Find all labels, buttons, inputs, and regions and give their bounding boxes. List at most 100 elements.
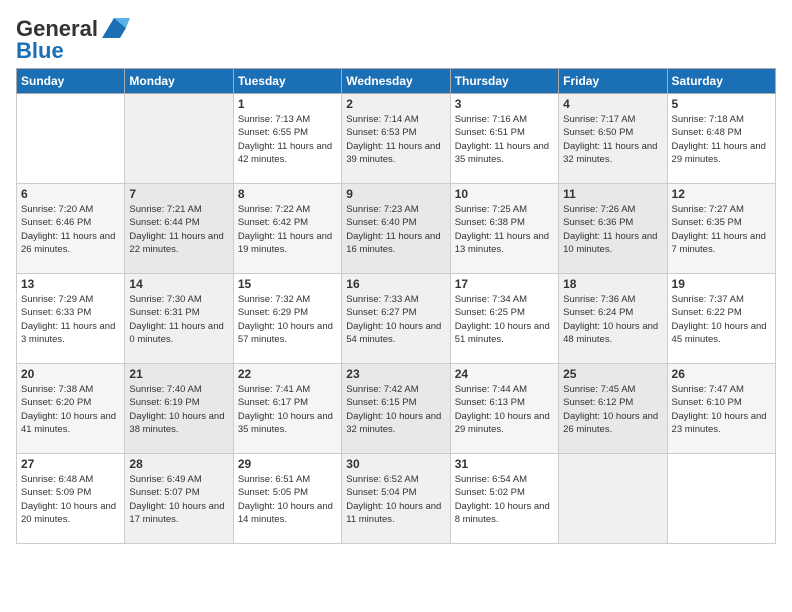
weekday-header: Thursday [450, 69, 558, 94]
calendar-cell: 11 Sunrise: 7:26 AM Sunset: 6:36 PM Dayli… [559, 184, 667, 274]
day-info: Sunrise: 7:18 AM Sunset: 6:48 PM Dayligh… [672, 113, 771, 166]
calendar-cell: 5 Sunrise: 7:18 AM Sunset: 6:48 PM Daylig… [667, 94, 775, 184]
day-number: 27 [21, 457, 120, 471]
day-number: 22 [238, 367, 337, 381]
calendar-cell: 15Sunrise: 7:32 AM Sunset: 6:29 PM Dayli… [233, 274, 341, 364]
day-number: 16 [346, 277, 445, 291]
day-number: 26 [672, 367, 771, 381]
day-info: Sunrise: 7:30 AM Sunset: 6:31 PM Dayligh… [129, 293, 228, 346]
day-info: Sunrise: 7:22 AM Sunset: 6:42 PM Dayligh… [238, 203, 337, 256]
day-number: 13 [21, 277, 120, 291]
day-info: Sunrise: 7:21 AM Sunset: 6:44 PM Dayligh… [129, 203, 228, 256]
day-info: Sunrise: 7:41 AM Sunset: 6:17 PM Dayligh… [238, 383, 337, 436]
day-info: Sunrise: 7:26 AM Sunset: 6:36 PM Dayligh… [563, 203, 662, 256]
day-number: 20 [21, 367, 120, 381]
day-number: 18 [563, 277, 662, 291]
calendar-cell: 2 Sunrise: 7:14 AM Sunset: 6:53 PM Daylig… [342, 94, 450, 184]
calendar-cell: 6 Sunrise: 7:20 AM Sunset: 6:46 PM Daylig… [17, 184, 125, 274]
day-info: Sunrise: 7:36 AM Sunset: 6:24 PM Dayligh… [563, 293, 662, 346]
day-number: 6 [21, 187, 120, 201]
day-number: 25 [563, 367, 662, 381]
day-info: Sunrise: 7:34 AM Sunset: 6:25 PM Dayligh… [455, 293, 554, 346]
calendar-cell: 24Sunrise: 7:44 AM Sunset: 6:13 PM Dayli… [450, 364, 558, 454]
day-number: 29 [238, 457, 337, 471]
day-info: Sunrise: 7:47 AM Sunset: 6:10 PM Dayligh… [672, 383, 771, 436]
calendar-cell: 16 Sunrise: 7:33 AM Sunset: 6:27 PM Dayli… [342, 274, 450, 364]
day-number: 9 [346, 187, 445, 201]
calendar-week-row: 6 Sunrise: 7:20 AM Sunset: 6:46 PM Daylig… [17, 184, 776, 274]
page-header: General Blue [16, 16, 776, 64]
calendar-cell: 4Sunrise: 7:17 AM Sunset: 6:50 PM Daylig… [559, 94, 667, 184]
day-number: 19 [672, 277, 771, 291]
logo-icon [100, 16, 130, 42]
day-number: 30 [346, 457, 445, 471]
day-number: 7 [129, 187, 228, 201]
day-number: 21 [129, 367, 228, 381]
day-number: 11 [563, 187, 662, 201]
day-info: Sunrise: 6:48 AM Sunset: 5:09 PM Dayligh… [21, 473, 120, 526]
day-info: Sunrise: 7:16 AM Sunset: 6:51 PM Dayligh… [455, 113, 554, 166]
logo-blue-text: Blue [16, 38, 64, 64]
calendar-cell: 31Sunrise: 6:54 AM Sunset: 5:02 PM Dayli… [450, 454, 558, 544]
day-info: Sunrise: 7:37 AM Sunset: 6:22 PM Dayligh… [672, 293, 771, 346]
day-info: Sunrise: 7:17 AM Sunset: 6:50 PM Dayligh… [563, 113, 662, 166]
calendar-cell [17, 94, 125, 184]
calendar-table: SundayMondayTuesdayWednesdayThursdayFrid… [16, 68, 776, 544]
day-info: Sunrise: 7:33 AM Sunset: 6:27 PM Dayligh… [346, 293, 445, 346]
calendar-cell: 1 Sunrise: 7:13 AM Sunset: 6:55 PM Daylig… [233, 94, 341, 184]
calendar-cell: 22 Sunrise: 7:41 AM Sunset: 6:17 PM Dayli… [233, 364, 341, 454]
calendar-cell: 29 Sunrise: 6:51 AM Sunset: 5:05 PM Dayli… [233, 454, 341, 544]
day-info: Sunrise: 7:42 AM Sunset: 6:15 PM Dayligh… [346, 383, 445, 436]
calendar-cell: 8Sunrise: 7:22 AM Sunset: 6:42 PM Daylig… [233, 184, 341, 274]
day-info: Sunrise: 7:29 AM Sunset: 6:33 PM Dayligh… [21, 293, 120, 346]
calendar-cell: 21 Sunrise: 7:40 AM Sunset: 6:19 PM Dayli… [125, 364, 233, 454]
calendar-week-row: 13 Sunrise: 7:29 AM Sunset: 6:33 PM Dayli… [17, 274, 776, 364]
day-number: 23 [346, 367, 445, 381]
day-info: Sunrise: 6:52 AM Sunset: 5:04 PM Dayligh… [346, 473, 445, 526]
calendar-cell: 12Sunrise: 7:27 AM Sunset: 6:35 PM Dayli… [667, 184, 775, 274]
calendar-cell: 7 Sunrise: 7:21 AM Sunset: 6:44 PM Daylig… [125, 184, 233, 274]
day-info: Sunrise: 7:25 AM Sunset: 6:38 PM Dayligh… [455, 203, 554, 256]
day-number: 1 [238, 97, 337, 111]
calendar-cell: 19 Sunrise: 7:37 AM Sunset: 6:22 PM Dayli… [667, 274, 775, 364]
day-info: Sunrise: 6:51 AM Sunset: 5:05 PM Dayligh… [238, 473, 337, 526]
day-number: 10 [455, 187, 554, 201]
day-info: Sunrise: 7:44 AM Sunset: 6:13 PM Dayligh… [455, 383, 554, 436]
calendar-cell: 30 Sunrise: 6:52 AM Sunset: 5:04 PM Dayli… [342, 454, 450, 544]
day-number: 14 [129, 277, 228, 291]
day-info: Sunrise: 7:38 AM Sunset: 6:20 PM Dayligh… [21, 383, 120, 436]
calendar-cell: 13 Sunrise: 7:29 AM Sunset: 6:33 PM Dayli… [17, 274, 125, 364]
day-number: 5 [672, 97, 771, 111]
day-info: Sunrise: 7:23 AM Sunset: 6:40 PM Dayligh… [346, 203, 445, 256]
calendar-cell: 27 Sunrise: 6:48 AM Sunset: 5:09 PM Dayli… [17, 454, 125, 544]
day-info: Sunrise: 7:14 AM Sunset: 6:53 PM Dayligh… [346, 113, 445, 166]
day-info: Sunrise: 6:49 AM Sunset: 5:07 PM Dayligh… [129, 473, 228, 526]
day-number: 2 [346, 97, 445, 111]
calendar-cell: 14 Sunrise: 7:30 AM Sunset: 6:31 PM Dayli… [125, 274, 233, 364]
weekday-header: Sunday [17, 69, 125, 94]
calendar-week-row: 1 Sunrise: 7:13 AM Sunset: 6:55 PM Daylig… [17, 94, 776, 184]
calendar-cell: 23 Sunrise: 7:42 AM Sunset: 6:15 PM Dayli… [342, 364, 450, 454]
day-number: 12 [672, 187, 771, 201]
weekday-header: Saturday [667, 69, 775, 94]
day-info: Sunrise: 6:54 AM Sunset: 5:02 PM Dayligh… [455, 473, 554, 526]
day-info: Sunrise: 7:40 AM Sunset: 6:19 PM Dayligh… [129, 383, 228, 436]
weekday-header: Wednesday [342, 69, 450, 94]
day-info: Sunrise: 7:20 AM Sunset: 6:46 PM Dayligh… [21, 203, 120, 256]
calendar-week-row: 20 Sunrise: 7:38 AM Sunset: 6:20 PM Dayli… [17, 364, 776, 454]
weekday-header: Friday [559, 69, 667, 94]
calendar-cell [559, 454, 667, 544]
day-info: Sunrise: 7:45 AM Sunset: 6:12 PM Dayligh… [563, 383, 662, 436]
weekday-header: Tuesday [233, 69, 341, 94]
calendar-cell: 18 Sunrise: 7:36 AM Sunset: 6:24 PM Dayli… [559, 274, 667, 364]
day-info: Sunrise: 7:13 AM Sunset: 6:55 PM Dayligh… [238, 113, 337, 166]
calendar-cell: 10 Sunrise: 7:25 AM Sunset: 6:38 PM Dayli… [450, 184, 558, 274]
logo: General Blue [16, 16, 130, 64]
weekday-header: Monday [125, 69, 233, 94]
calendar-cell: 28Sunrise: 6:49 AM Sunset: 5:07 PM Dayli… [125, 454, 233, 544]
day-info: Sunrise: 7:32 AM Sunset: 6:29 PM Dayligh… [238, 293, 337, 346]
calendar-cell: 17Sunrise: 7:34 AM Sunset: 6:25 PM Dayli… [450, 274, 558, 364]
calendar-week-row: 27 Sunrise: 6:48 AM Sunset: 5:09 PM Dayli… [17, 454, 776, 544]
calendar-cell: 3Sunrise: 7:16 AM Sunset: 6:51 PM Daylig… [450, 94, 558, 184]
calendar-cell [125, 94, 233, 184]
